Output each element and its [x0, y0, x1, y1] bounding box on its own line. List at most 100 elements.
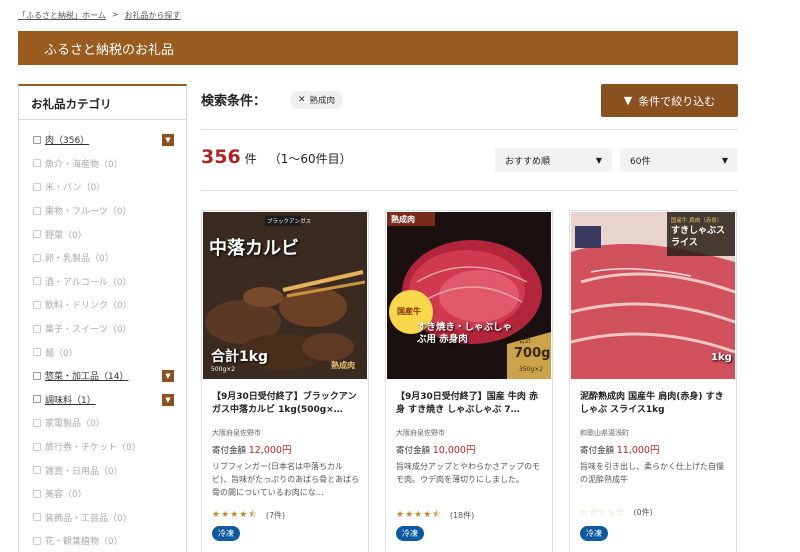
category-item[interactable]: 調味料（1） ▼: [19, 388, 186, 412]
divider: [201, 129, 738, 130]
product-card[interactable]: ブラックアンガス 中落カルビ 合計1kg 500g×2 熟成肉 【9月30日受付…: [201, 210, 369, 552]
product-image[interactable]: ブラックアンガス 中落カルビ 合計1kg 500g×2 熟成肉: [203, 212, 367, 379]
category-label[interactable]: 野菜（0）: [45, 228, 87, 241]
breadcrumb-separator: >: [111, 10, 119, 19]
category-label[interactable]: 酒・アルコール（0）: [45, 275, 132, 288]
image-weight: 1kg: [711, 352, 732, 363]
search-chip-label: 熟成肉: [309, 96, 336, 106]
category-checkbox[interactable]: [33, 277, 41, 286]
star-icon: ★: [405, 510, 414, 520]
product-rating: ★ ★ ★ ★ ⯪ (18件): [396, 507, 474, 523]
product-location: 大阪府泉佐野市: [212, 429, 261, 437]
category-checkbox[interactable]: [33, 371, 41, 380]
category-item[interactable]: 魚介・海産物（0）: [19, 152, 186, 176]
product-rating: ★ ★ ★ ★ ⯪ (7件): [212, 507, 285, 523]
category-checkbox[interactable]: [33, 300, 41, 309]
product-title[interactable]: 【9月30日受付終了】国産 牛肉 赤身 すき焼き しゃぶしゃぶ 7…: [396, 391, 544, 419]
category-checkbox[interactable]: [33, 206, 41, 215]
category-label[interactable]: 家電製品（0）: [45, 416, 105, 429]
category-item[interactable]: 装飾品・工芸品（0）: [19, 506, 186, 530]
search-chip[interactable]: ✕ 熟成肉: [290, 91, 344, 109]
category-item[interactable]: 肉（356） ▼: [19, 128, 186, 152]
category-checkbox[interactable]: [33, 159, 41, 168]
category-checkbox[interactable]: [33, 466, 41, 475]
category-item[interactable]: 旅行券・チケット（0）: [19, 435, 186, 459]
category-item[interactable]: 菓子・スイーツ（0）: [19, 317, 186, 341]
page-banner: ふるさと納税のお礼品: [18, 31, 738, 65]
product-description: 旨味成分アップとやわらかさアップのモモ肉。ウデ肉を薄切りにしました。: [396, 462, 540, 484]
category-label[interactable]: 装飾品・工芸品（0）: [45, 511, 132, 524]
category-checkbox[interactable]: [33, 230, 41, 239]
category-checkbox[interactable]: [33, 489, 41, 498]
triangle-down-icon: ▼: [623, 94, 633, 107]
category-item[interactable]: 麺（0）: [19, 340, 186, 364]
category-item[interactable]: 雑貨・日用品（0）: [19, 458, 186, 482]
category-item[interactable]: 惣菜・加工品（14） ▼: [19, 364, 186, 388]
star-outline-icon: ☆: [580, 507, 589, 518]
sort-select[interactable]: おすすめ順 ▼: [495, 148, 612, 172]
category-checkbox[interactable]: [33, 324, 41, 333]
product-title[interactable]: 泥酔熟成肉 国産牛 肩肉(赤身) すきしゃぶ スライス1kg: [580, 391, 728, 419]
category-checkbox[interactable]: [33, 418, 41, 427]
breadcrumb-home-link[interactable]: 「ふるさと納税」ホーム: [18, 10, 106, 21]
category-label[interactable]: 米・パン（0）: [45, 180, 105, 193]
review-count: (7件): [265, 510, 286, 520]
category-item[interactable]: 酒・アルコール（0）: [19, 270, 186, 294]
close-icon[interactable]: ✕: [298, 95, 306, 105]
category-checkbox[interactable]: [33, 182, 41, 191]
filter-button[interactable]: ▼ 条件で絞り込む: [601, 84, 738, 117]
per-page-select-value: 60件: [630, 156, 651, 167]
product-card[interactable]: 熟成肉 国産牛 すき焼き・しゃぶしゃぶ用 赤身肉 合計 700g 350g×2 …: [385, 210, 553, 552]
category-checkbox[interactable]: [33, 253, 41, 262]
category-label[interactable]: 調味料（1）: [45, 393, 96, 406]
category-sidebar: お礼品カテゴリ 肉（356） ▼ 魚介・海産物（0） 米・パン（0） 果物・フルーツ（0…: [18, 84, 187, 552]
category-checkbox[interactable]: [33, 513, 41, 522]
category-label[interactable]: 惣菜・加工品（14）: [45, 369, 128, 382]
star-outline-icon: ☆: [589, 507, 598, 518]
category-label[interactable]: 雑貨・日用品（0）: [45, 464, 123, 477]
category-item[interactable]: 果物・フルーツ（0）: [19, 199, 186, 223]
category-item[interactable]: 家電製品（0）: [19, 411, 186, 435]
triangle-down-icon[interactable]: ▼: [162, 134, 174, 146]
category-item[interactable]: 美容（0）: [19, 482, 186, 506]
product-image[interactable]: 熟成肉 国産牛 すき焼き・しゃぶしゃぶ用 赤身肉 合計 700g 350g×2: [387, 212, 551, 379]
category-label[interactable]: 麺（0）: [45, 346, 78, 359]
star-icon: ★: [239, 510, 248, 520]
price-label: 寄付金額: [580, 446, 615, 456]
category-item[interactable]: 卵・乳製品（0）: [19, 246, 186, 270]
product-card[interactable]: 国産牛 肩肉（赤身） すきしゃぶスライス 1kg 泥酔熟成肉 国産牛 肩肉(赤身…: [569, 210, 737, 552]
category-label[interactable]: 旅行券・チケット（0）: [45, 440, 141, 453]
product-image[interactable]: 国産牛 肩肉（赤身） すきしゃぶスライス 1kg: [571, 212, 735, 379]
category-checkbox[interactable]: [33, 135, 41, 144]
search-conditions-label: 検索条件：: [201, 94, 267, 109]
product-title[interactable]: 【9月30日受付終了】ブラックアンガス中落カルビ 1kg(500g×…: [212, 391, 360, 419]
image-tag: 熟成肉: [391, 215, 415, 224]
category-checkbox[interactable]: [33, 395, 41, 404]
triangle-down-icon[interactable]: ▼: [162, 393, 174, 406]
page-title: ふるさと納税のお礼品: [44, 43, 175, 58]
category-checkbox[interactable]: [33, 536, 41, 545]
category-label[interactable]: 肉（356）: [45, 133, 89, 146]
filter-button-label: 条件で絞り込む: [638, 94, 716, 108]
image-headline: すき焼き・しゃぶしゃぶ用 赤身肉: [417, 322, 513, 346]
category-checkbox[interactable]: [33, 442, 41, 451]
category-label[interactable]: 菓子・スイーツ（0）: [45, 322, 132, 335]
category-label[interactable]: 卵・乳製品（0）: [45, 251, 114, 264]
category-item[interactable]: 飲料・ドリンク（0）: [19, 293, 186, 317]
star-outline-icon: ☆: [607, 507, 616, 518]
category-item[interactable]: 花・観葉植物（0）: [19, 529, 186, 552]
category-label[interactable]: 飲料・ドリンク（0）: [45, 298, 132, 311]
result-count-number: 356: [201, 146, 241, 168]
category-item[interactable]: 米・パン（0）: [19, 175, 186, 199]
category-checkbox[interactable]: [33, 348, 41, 357]
category-label[interactable]: 果物・フルーツ（0）: [45, 204, 132, 217]
breadcrumb-current-link[interactable]: お礼品から探す: [124, 10, 180, 21]
product-location: 大阪府泉佐野市: [396, 429, 445, 437]
star-outline-icon: ☆: [616, 507, 625, 518]
category-label[interactable]: 美容（0）: [45, 487, 87, 500]
category-item[interactable]: 野菜（0）: [19, 222, 186, 246]
triangle-down-icon[interactable]: ▼: [162, 369, 174, 382]
per-page-select[interactable]: 60件 ▼: [620, 148, 738, 172]
category-label[interactable]: 花・観葉植物（0）: [45, 534, 123, 547]
category-label[interactable]: 魚介・海産物（0）: [45, 157, 123, 170]
